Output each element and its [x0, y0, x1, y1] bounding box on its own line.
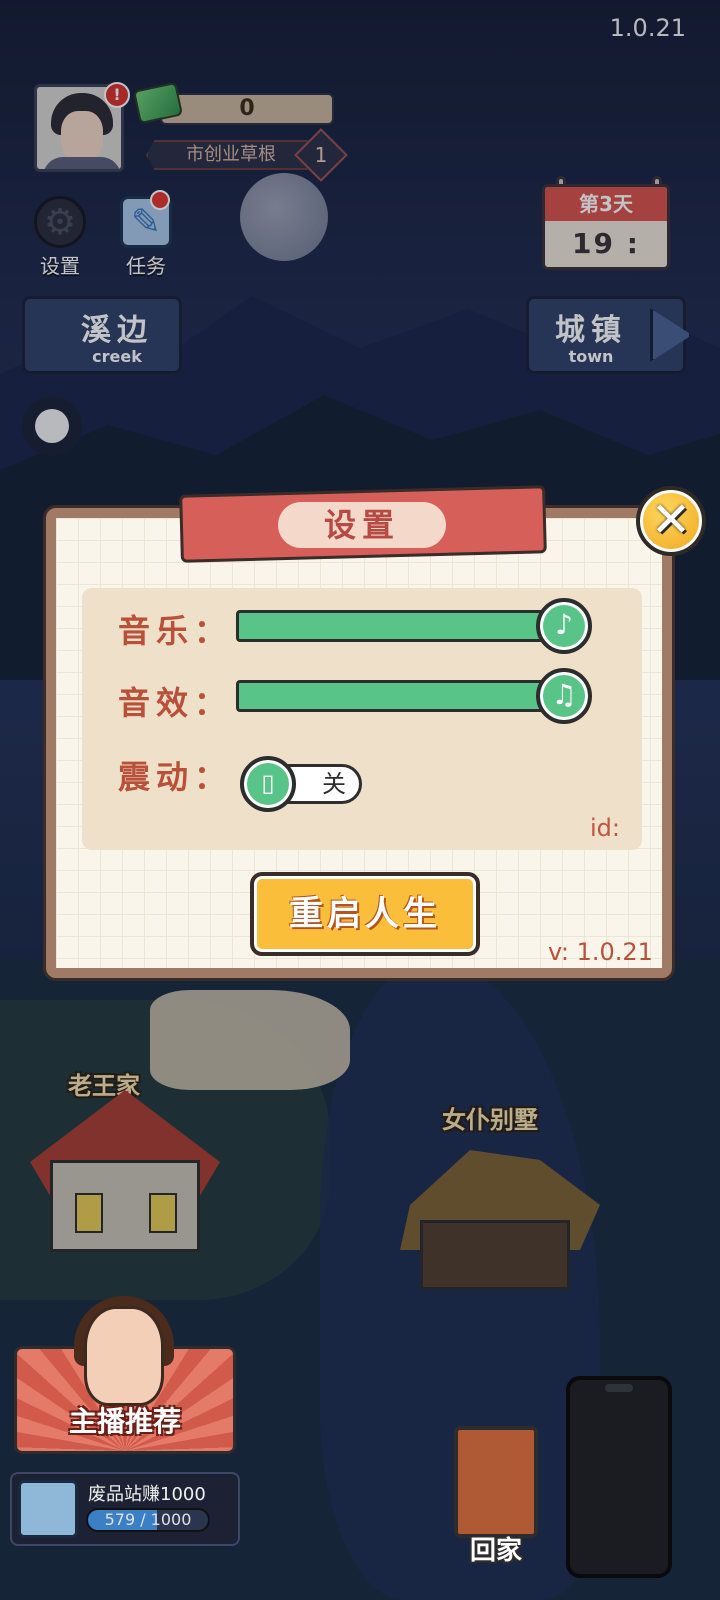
dialog-title: 设置 — [278, 502, 446, 548]
sfx-slider[interactable] — [236, 680, 566, 712]
door-icon[interactable] — [454, 1426, 538, 1538]
home-button-label: 回家 — [469, 1536, 522, 1566]
phone-button[interactable] — [566, 1376, 672, 1578]
restart-life-button[interactable]: 重启人生 — [250, 872, 480, 956]
phone-notch — [605, 1384, 633, 1392]
music-slider[interactable] — [236, 610, 566, 642]
music-label: 音乐： — [118, 612, 233, 650]
dialog-version: v: 1.0.21 — [548, 938, 653, 966]
user-id-label: id: — [590, 814, 620, 842]
anchor-recommend-label: 主播推荐 — [68, 1405, 181, 1438]
clipboard-icon — [18, 1480, 78, 1538]
speaker-icon[interactable]: ♪ — [536, 598, 592, 654]
recycle-task-title: 废品站赚1000 — [88, 1484, 206, 1505]
vibrate-icon[interactable]: ▯ — [240, 756, 296, 812]
music-note-icon[interactable]: ♫ — [536, 668, 592, 724]
close-button[interactable]: ✕ — [636, 486, 706, 556]
anchor-avatar — [84, 1306, 164, 1406]
vibration-state: 关 — [322, 770, 346, 798]
sfx-label: 音效： — [118, 684, 233, 722]
vibration-label: 震动： — [118, 758, 233, 796]
recycle-progress-text: 579 / 1000 — [104, 1510, 192, 1529]
